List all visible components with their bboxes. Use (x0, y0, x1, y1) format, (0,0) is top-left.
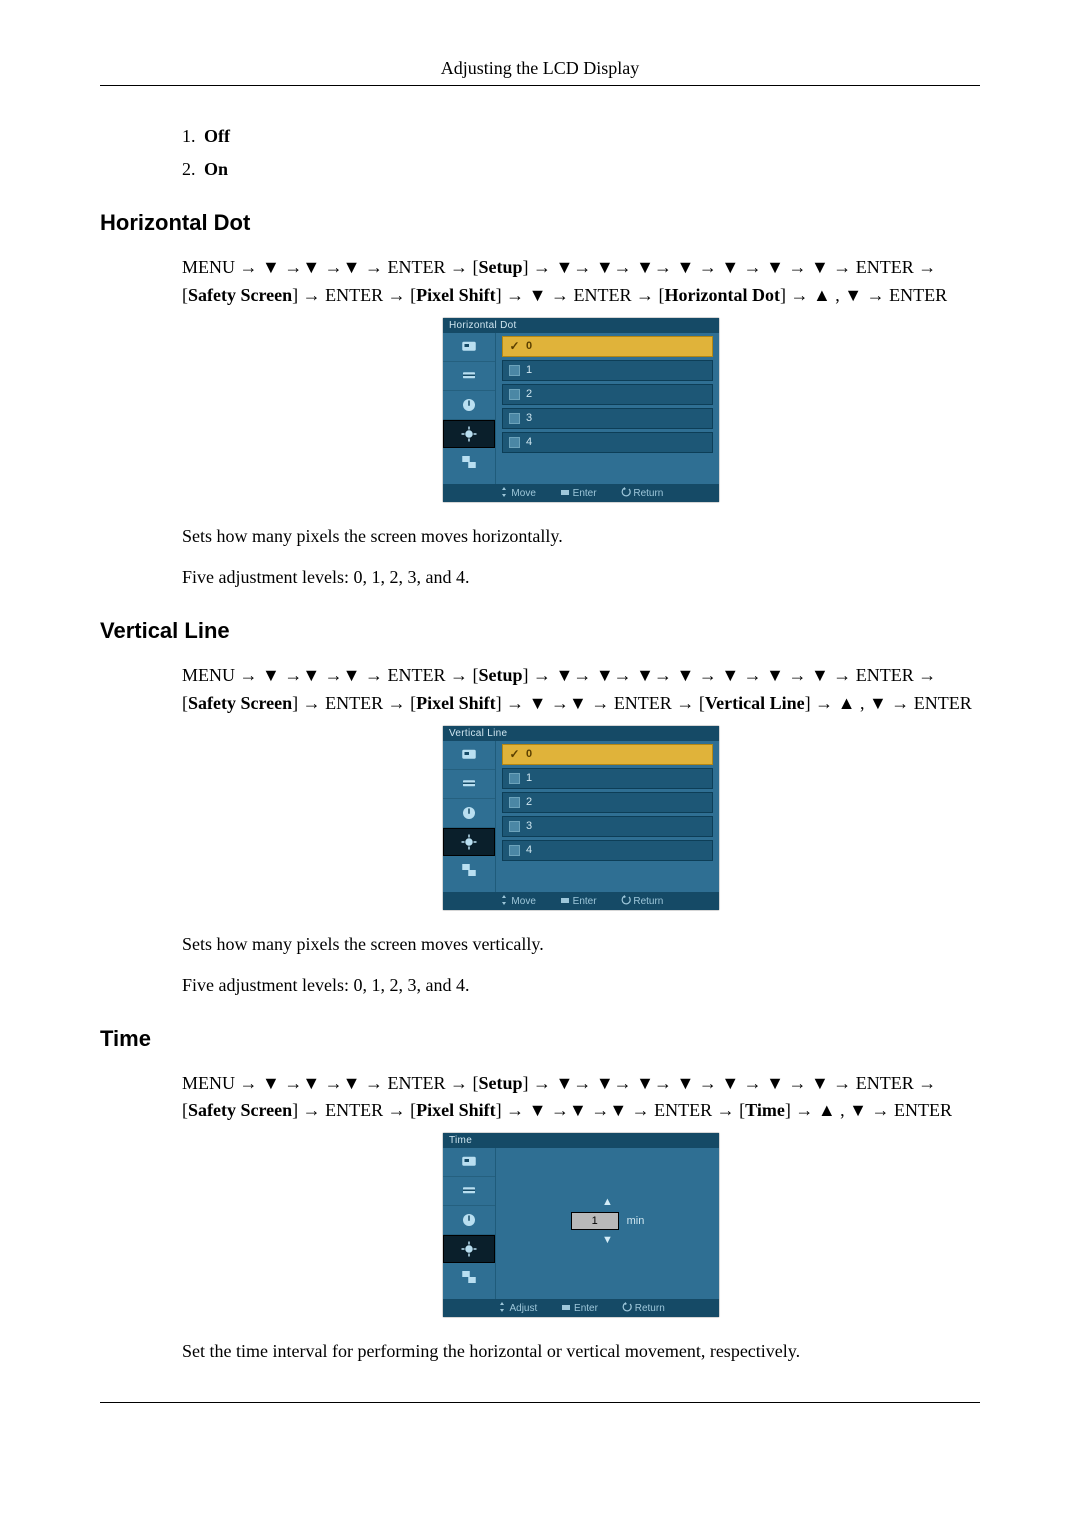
checkbox-icon (509, 389, 520, 400)
osd-option: 3 (502, 816, 713, 837)
checkbox-icon (509, 773, 520, 784)
section-heading-time: Time (100, 1026, 980, 1052)
osd-option: 1 (502, 360, 713, 381)
osd-option: 2 (502, 384, 713, 405)
description-text: Five adjustment levels: 0, 1, 2, 3, and … (182, 567, 980, 588)
list-number: 1. (182, 126, 196, 146)
list-label-off: Off (204, 126, 230, 146)
osd-footer: Adjust Enter Return (443, 1299, 719, 1317)
off-on-list: 1. Off 2. On (182, 126, 980, 180)
page-footer-line (100, 1402, 980, 1403)
osd-option: 2 (502, 792, 713, 813)
move-icon (499, 896, 509, 907)
sidebar-multi-icon (443, 448, 495, 476)
enter-icon (560, 896, 570, 907)
osd-options: ✓0 1 2 3 4 (496, 333, 719, 484)
osd-footer: Move Enter Return (443, 484, 719, 502)
osd-option: 3 (502, 408, 713, 429)
sidebar-timer-icon (443, 391, 495, 420)
page-header: Adjusting the LCD Display (100, 58, 980, 86)
osd-option: ✓0 (502, 744, 713, 765)
return-icon (621, 896, 631, 907)
osd-figure-horizontal-dot: Horizontal Dot ✓0 1 2 3 4 Mov (443, 318, 719, 502)
osd-time-panel: ▲ 1 min ▼ (496, 1148, 719, 1299)
osd-title: Vertical Line (443, 726, 719, 741)
nav-path-vertical-line: MENU → ▼ →▼ →▼ → ENTER → [Setup] → ▼→ ▼→… (182, 662, 980, 718)
enter-icon (560, 488, 570, 499)
time-value-box: 1 (571, 1212, 619, 1230)
nav-path-time: MENU → ▼ →▼ →▼ → ENTER → [Setup] → ▼→ ▼→… (182, 1070, 980, 1126)
checkbox-icon (509, 437, 520, 448)
sidebar-source-icon (443, 362, 495, 391)
checkbox-icon (509, 797, 520, 808)
sidebar-multi-icon (443, 856, 495, 884)
osd-title: Horizontal Dot (443, 318, 719, 333)
section-heading-horizontal-dot: Horizontal Dot (100, 210, 980, 236)
sidebar-multi-icon (443, 1263, 495, 1291)
list-label-on: On (204, 159, 228, 179)
osd-options: ✓0 1 2 3 4 (496, 741, 719, 892)
osd-option: 1 (502, 768, 713, 789)
nav-path-horizontal-dot: MENU → ▼ →▼ →▼ → ENTER → [Setup] → ▼→ ▼→… (182, 254, 980, 310)
osd-sidebar (443, 741, 496, 892)
osd-sidebar (443, 333, 496, 484)
check-icon: ✓ (509, 749, 520, 760)
sidebar-setup-icon (443, 420, 495, 448)
osd-figure-vertical-line: Vertical Line ✓0 1 2 3 4 Move (443, 726, 719, 910)
checkbox-icon (509, 821, 520, 832)
down-arrow-icon: ▼ (602, 1234, 613, 1246)
section-heading-vertical-line: Vertical Line (100, 618, 980, 644)
osd-option: 4 (502, 840, 713, 861)
description-text: Sets how many pixels the screen moves ve… (182, 934, 980, 955)
description-text: Five adjustment levels: 0, 1, 2, 3, and … (182, 975, 980, 996)
return-icon (622, 1303, 632, 1314)
sidebar-picture-icon (443, 333, 495, 362)
move-icon (499, 488, 509, 499)
osd-figure-time: Time ▲ 1 min ▼ (443, 1133, 719, 1317)
enter-icon (561, 1303, 571, 1314)
osd-option: ✓0 (502, 336, 713, 357)
osd-option: 4 (502, 432, 713, 453)
up-arrow-icon: ▲ (602, 1196, 613, 1208)
checkbox-icon (509, 413, 520, 424)
list-number: 2. (182, 159, 196, 179)
check-icon: ✓ (509, 341, 520, 352)
sidebar-picture-icon (443, 1148, 495, 1177)
sidebar-setup-icon (443, 828, 495, 856)
checkbox-icon (509, 365, 520, 376)
return-icon (621, 488, 631, 499)
checkbox-icon (509, 845, 520, 856)
description-text: Set the time interval for performing the… (182, 1341, 980, 1362)
time-unit: min (627, 1215, 645, 1227)
osd-footer: Move Enter Return (443, 892, 719, 910)
sidebar-timer-icon (443, 799, 495, 828)
description-text: Sets how many pixels the screen moves ho… (182, 526, 980, 547)
sidebar-source-icon (443, 770, 495, 799)
sidebar-setup-icon (443, 1235, 495, 1263)
osd-sidebar (443, 1148, 496, 1299)
sidebar-source-icon (443, 1177, 495, 1206)
adjust-icon (497, 1303, 507, 1314)
sidebar-timer-icon (443, 1206, 495, 1235)
osd-title: Time (443, 1133, 719, 1148)
sidebar-picture-icon (443, 741, 495, 770)
